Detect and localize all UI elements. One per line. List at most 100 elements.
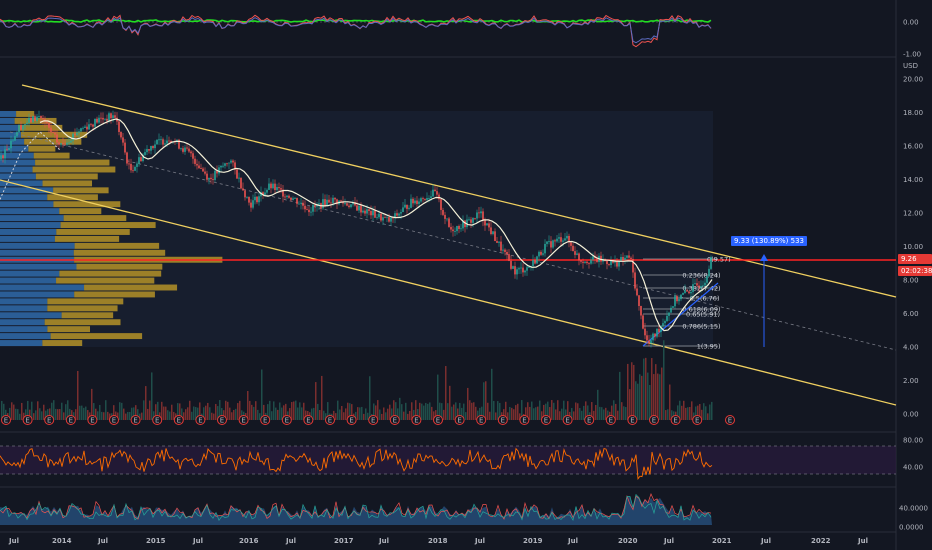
volume-bar: [129, 411, 131, 420]
volume-bar: [213, 413, 215, 420]
volume-bar: [645, 357, 647, 420]
candle-body: [210, 177, 212, 180]
volume-bar: [595, 404, 597, 420]
candle-body: [468, 219, 470, 221]
candle-body: [122, 137, 124, 143]
candle-body: [232, 160, 234, 163]
candle-body: [190, 151, 192, 154]
candle-body: [620, 257, 622, 261]
candle-body: [16, 132, 18, 137]
candle-body: [630, 257, 632, 259]
candle-body: [92, 124, 94, 127]
volume-bar: [409, 410, 411, 420]
candle-body: [534, 259, 536, 264]
price-axis-label: 14.00: [903, 176, 923, 184]
candle-body: [414, 200, 416, 204]
candle-body: [562, 240, 564, 242]
candle-body: [42, 118, 44, 120]
volume-bar: [85, 406, 87, 420]
time-axis-label: Jul: [378, 537, 389, 545]
candle-body: [0, 155, 2, 160]
candle-body: [422, 198, 424, 199]
earnings-marker-label: E: [652, 417, 656, 425]
candle-body: [652, 333, 654, 341]
candle-body: [454, 231, 456, 232]
profile-bar-up: [0, 208, 60, 215]
volume-bar: [653, 374, 655, 420]
volume-bar: [319, 410, 321, 420]
volume-bar: [341, 406, 343, 420]
profile-bar-up: [0, 222, 61, 228]
profile-bar-down: [50, 333, 143, 340]
candle-body: [626, 255, 628, 258]
volume-bar: [619, 371, 621, 420]
candle-body: [668, 312, 670, 316]
candle-body: [370, 210, 372, 216]
candle-body: [252, 200, 254, 208]
volume-bar: [535, 407, 537, 420]
candle-body: [398, 213, 400, 216]
candle-body: [434, 189, 436, 192]
volume-bar: [207, 402, 209, 420]
candle-body: [516, 269, 518, 275]
candle-body: [104, 118, 106, 120]
measure-label[interactable]: 9.33 (130.89%) 533: [731, 236, 808, 246]
volume-bar: [55, 408, 57, 420]
osc-axis-label: -1.00: [903, 51, 921, 59]
volume-bar: [65, 404, 67, 420]
candle-body: [582, 261, 584, 263]
candle-body: [36, 116, 38, 121]
volume-bar: [79, 405, 81, 420]
candle-body: [426, 198, 428, 200]
candle-body: [704, 282, 706, 286]
profile-bar-up: [0, 298, 48, 305]
candle-body: [52, 132, 54, 133]
candle-body: [566, 235, 568, 239]
candle-body: [536, 256, 538, 264]
candle-body: [690, 291, 692, 294]
volume-bar: [703, 403, 705, 420]
candle-body: [638, 295, 640, 307]
candle-body: [70, 140, 72, 143]
candle-body: [548, 241, 550, 242]
candle-body: [134, 166, 136, 171]
candle-body: [120, 131, 122, 138]
volume-bar: [15, 408, 17, 420]
earnings-marker-label: E: [522, 417, 526, 425]
candle-body: [328, 199, 330, 203]
candle-body: [532, 259, 534, 266]
candle-body: [522, 267, 524, 273]
volume-bar: [359, 407, 361, 420]
volume-bar: [81, 405, 83, 420]
candle-body: [642, 315, 644, 329]
candle-body: [504, 249, 506, 252]
candle-body: [666, 315, 668, 322]
volume-bar: [485, 381, 487, 420]
candle-body: [146, 149, 148, 153]
volume-bar: [553, 402, 555, 420]
candle-body: [484, 220, 486, 226]
volume-bar: [573, 411, 575, 420]
volume-bar: [233, 409, 235, 420]
chart-canvas[interactable]: 0(9.57)0.236(8.24)0.382(7.42)0.5(6.76)0.…: [0, 0, 932, 550]
candle-body: [458, 225, 460, 230]
volume-bar: [629, 389, 631, 420]
profile-bar-up: [0, 305, 48, 312]
earnings-marker-label: E: [90, 417, 94, 425]
volume-bar: [383, 407, 385, 420]
volume-bar: [171, 404, 173, 420]
candle-body: [86, 126, 88, 130]
earnings-marker-label: E: [436, 417, 440, 425]
profile-bar-up: [0, 284, 85, 291]
candle-body: [692, 284, 694, 292]
rsi-axis-label: 40.00: [903, 464, 923, 472]
volume-bar: [453, 404, 455, 420]
volume-bar: [279, 402, 281, 420]
candle-body: [4, 149, 6, 159]
volume-bar: [635, 381, 637, 420]
candle-body: [310, 211, 312, 213]
volume-bar: [631, 362, 633, 420]
candle-body: [306, 209, 308, 211]
volume-bar: [209, 407, 211, 420]
volume-bar: [425, 402, 427, 420]
